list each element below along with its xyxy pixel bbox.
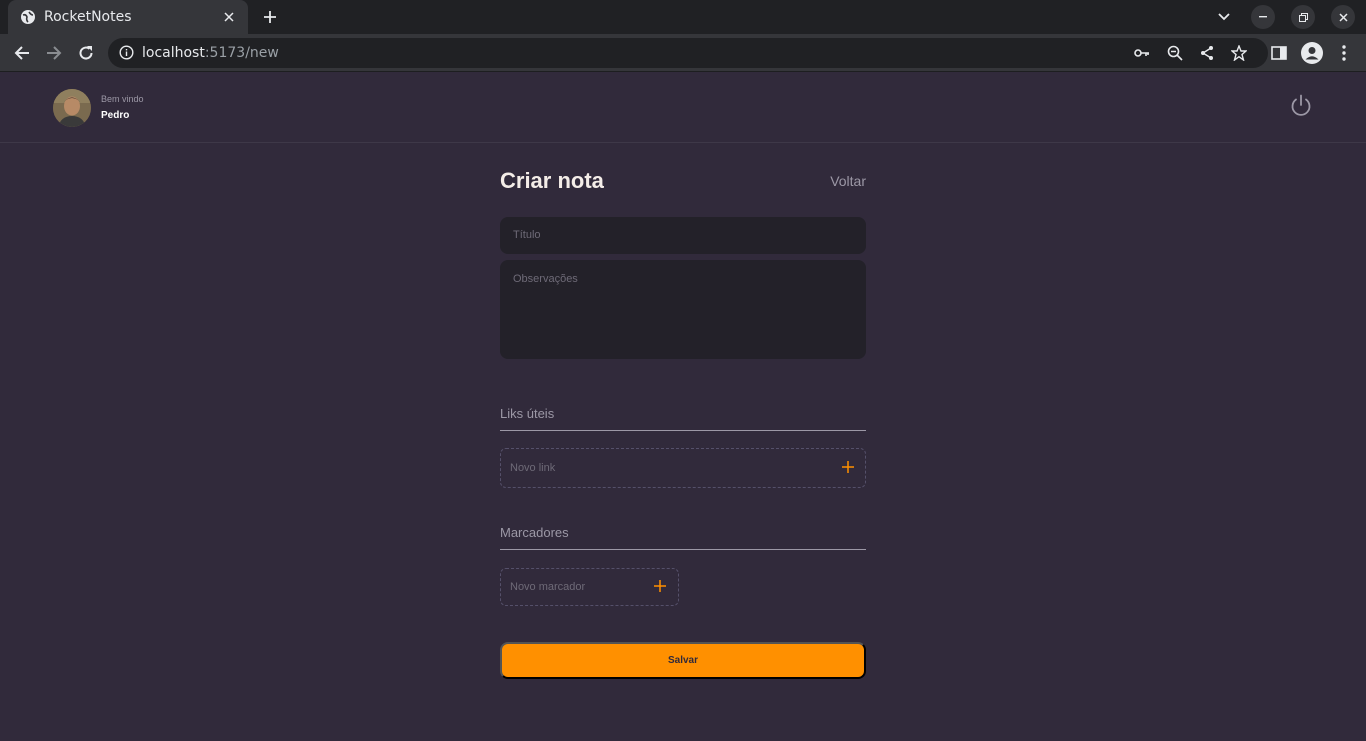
welcome-text: Bem vindo (101, 94, 144, 104)
new-tag-input[interactable]: Novo marcador (500, 568, 679, 606)
url-path: :5173/new (204, 45, 279, 61)
browser-tab-bar: RocketNotes (0, 0, 1366, 34)
tab-title: RocketNotes (44, 9, 132, 25)
new-link-input[interactable]: Novo link (500, 448, 866, 488)
username[interactable]: Pedro (101, 110, 129, 121)
title-placeholder: Título (513, 229, 541, 241)
save-button[interactable]: Salvar (500, 642, 866, 679)
info-icon[interactable] (119, 45, 134, 65)
forward-arrow-icon[interactable] (42, 41, 66, 65)
profile-icon[interactable] (1300, 41, 1324, 65)
browser-toolbar: localhost:5173/new (0, 34, 1366, 72)
notes-placeholder: Observações (513, 273, 578, 285)
new-tag-placeholder: Novo marcador (510, 581, 586, 593)
restore-icon[interactable] (1291, 5, 1315, 29)
links-section-title: Liks úteis (500, 406, 866, 431)
app-header: Bem vindo Pedro (0, 73, 1366, 143)
close-tab-icon[interactable] (220, 8, 238, 26)
new-link-placeholder: Novo link (510, 462, 556, 474)
minimize-icon[interactable] (1251, 5, 1275, 29)
title-input[interactable]: Título (500, 217, 866, 254)
avatar[interactable] (53, 89, 91, 127)
notes-textarea[interactable]: Observações (500, 260, 866, 359)
url-text: localhost:5173/new (142, 45, 279, 61)
zoom-out-icon[interactable] (1167, 45, 1183, 66)
key-icon[interactable] (1134, 45, 1150, 66)
address-bar[interactable]: localhost:5173/new (108, 38, 1268, 68)
reload-icon[interactable] (74, 41, 98, 65)
share-icon[interactable] (1199, 45, 1215, 66)
power-icon[interactable] (1288, 93, 1314, 119)
add-link-plus-icon[interactable] (839, 458, 857, 476)
page-title: Criar nota (500, 168, 604, 193)
back-arrow-icon[interactable] (10, 41, 34, 65)
bookmark-star-icon[interactable] (1230, 44, 1248, 66)
close-window-icon[interactable] (1331, 5, 1355, 29)
add-tag-plus-icon[interactable] (651, 577, 669, 595)
browser-tab[interactable]: RocketNotes (8, 0, 248, 34)
side-panel-icon[interactable] (1267, 41, 1291, 65)
menu-dots-icon[interactable] (1332, 41, 1356, 65)
url-host: localhost (142, 45, 205, 61)
new-tab-icon[interactable] (258, 5, 282, 29)
tags-section-title: Marcadores (500, 525, 866, 550)
back-link[interactable]: Voltar (830, 173, 866, 189)
tab-search-icon[interactable] (1212, 5, 1236, 29)
globe-icon (20, 9, 36, 25)
